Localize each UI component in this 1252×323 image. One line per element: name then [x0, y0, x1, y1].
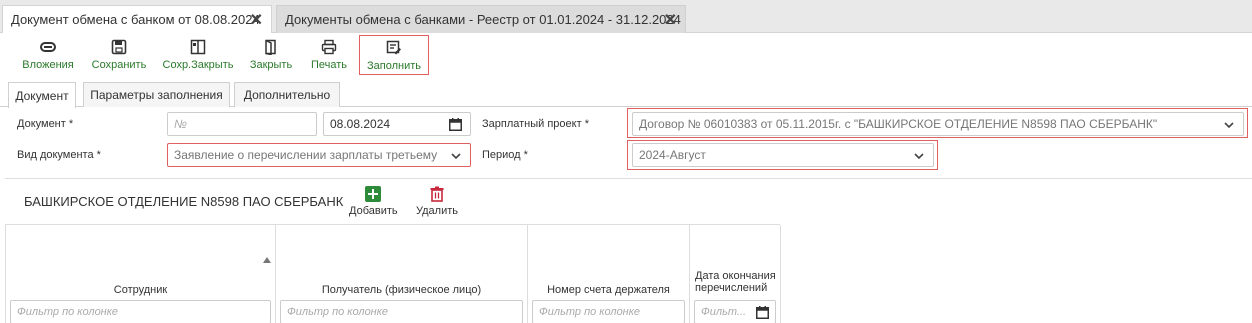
add-button[interactable]: Добавить: [349, 186, 398, 217]
delete-button[interactable]: Удалить: [416, 186, 458, 217]
floppy-disk-icon: [111, 39, 127, 55]
chevron-down-icon: [1224, 122, 1234, 129]
salary-project-label: Зарплатный проект *: [482, 118, 589, 130]
save-close-icon: [190, 39, 206, 55]
trash-icon: [430, 186, 444, 202]
column-end-date[interactable]: Дата окончания перечислений Фильт...: [690, 225, 781, 323]
column-employee[interactable]: Сотрудник Фильтр по колонке: [6, 225, 276, 323]
toolbar: Вложения Сохранить Сохр.Закрыть Закрыть …: [0, 33, 1252, 78]
doc-type-select[interactable]: Заявление о перечислении зарплаты третье…: [167, 143, 471, 167]
calendar-icon[interactable]: [756, 306, 769, 319]
save-close-button[interactable]: Сохр.Закрыть: [160, 35, 236, 75]
paperclip-icon: [40, 42, 56, 52]
chevron-down-icon: [914, 153, 924, 160]
fill-button[interactable]: Заполнить: [359, 35, 429, 75]
plus-icon: [365, 186, 382, 202]
doc-type-label: Вид документа *: [17, 149, 101, 161]
filter-input[interactable]: Фильтр по колонке: [532, 300, 685, 323]
tab-fill-parameters[interactable]: Параметры заполнения: [83, 82, 230, 107]
chevron-down-icon: [451, 153, 461, 160]
close-button[interactable]: Закрыть: [246, 35, 296, 75]
tab-additional[interactable]: Дополнительно: [234, 82, 340, 107]
column-header: Получатель (физическое лицо): [321, 284, 482, 296]
printer-icon: [321, 39, 337, 55]
period-select[interactable]: 2024-Август: [632, 143, 934, 167]
tab-label: Документ обмена с банком от 08.08.2024: [11, 12, 260, 27]
document-number-input[interactable]: №: [167, 112, 317, 136]
panel-title: БАШКИРСКОЕ ОТДЕЛЕНИЕ N8598 ПАО СБЕРБАНК: [24, 194, 344, 209]
document-date-input[interactable]: 08.08.2024: [323, 112, 471, 136]
document-label: Документ *: [17, 118, 74, 130]
sort-up-icon[interactable]: [263, 257, 271, 263]
column-header: Дата окончания перечислений: [695, 270, 776, 294]
calendar-icon[interactable]: [449, 118, 462, 131]
column-header: Сотрудник: [113, 284, 168, 296]
attachments-button[interactable]: Вложения: [19, 35, 77, 75]
tab-document[interactable]: Документ: [8, 82, 76, 108]
filter-input[interactable]: Фильт...: [694, 300, 776, 323]
tab-bank-document[interactable]: Документ обмена с банком от 08.08.2024 ✕: [2, 5, 272, 33]
door-exit-icon: [265, 39, 276, 55]
filter-input[interactable]: Фильтр по колонке: [280, 300, 523, 323]
print-button[interactable]: Печать: [306, 35, 352, 75]
salary-project-select[interactable]: Договор № 06010383 от 05.11.2015г. с "БА…: [632, 112, 1244, 136]
column-header: Номер счета держателя: [547, 284, 670, 296]
employees-grid: Сотрудник Фильтр по колонке Получатель (…: [5, 224, 781, 323]
fill-form-icon: [386, 40, 401, 55]
period-label: Период *: [482, 149, 528, 161]
document-tabs-bar: Документ обмена с банком от 08.08.2024 ✕…: [0, 0, 1252, 33]
filter-input[interactable]: Фильтр по колонке: [10, 300, 271, 323]
close-icon[interactable]: ✕: [250, 10, 263, 30]
tab-registry[interactable]: Документы обмена с банками - Реестр от 0…: [276, 5, 686, 33]
close-icon[interactable]: ✕: [664, 10, 677, 30]
column-recipient[interactable]: Получатель (физическое лицо) Фильтр по к…: [276, 225, 528, 323]
column-account-number[interactable]: Номер счета держателя Фильтр по колонке: [528, 225, 690, 323]
tab-label: Документы обмена с банками - Реестр от 0…: [285, 12, 681, 27]
form-sub-tabs: Документ Параметры заполнения Дополнител…: [0, 82, 1252, 108]
save-button[interactable]: Сохранить: [88, 35, 150, 75]
